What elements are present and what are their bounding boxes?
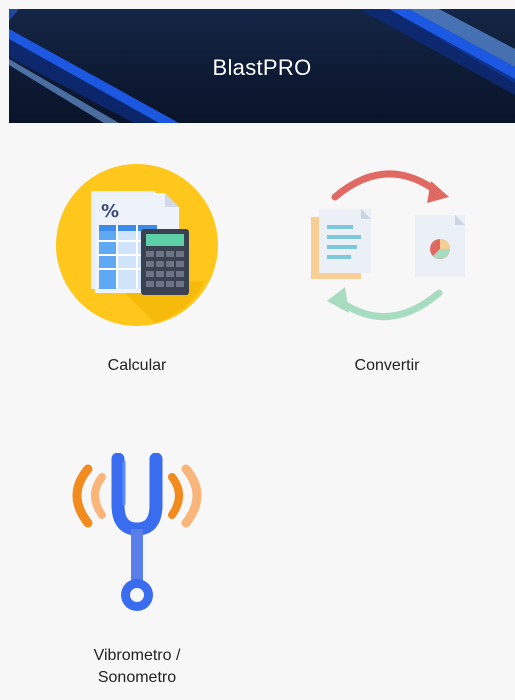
app-title: BlastPRO [212,55,312,80]
tuning-fork-vibration-icon [52,452,222,623]
main-menu: % Calcular Convertir Vibrometro / Sonome… [9,123,515,700]
menu-item-label: Calcular [107,357,167,374]
menu-item-vibrometro-sonometro[interactable]: Vibrometro / Sonometro [17,452,257,699]
menu-item-convertir[interactable]: Convertir [267,163,507,383]
document-convert-icon [297,167,477,327]
menu-item-label-line2: Sonometro [97,669,177,686]
calculator-spreadsheet-icon: % [55,163,219,327]
menu-item-label: Convertir [354,357,420,374]
menu-item-label-line1: Vibrometro / [93,647,181,664]
menu-item-calcular[interactable]: % Calcular [17,163,257,383]
app-header: BlastPRO [9,9,515,123]
app-screen: BlastPRO % Calcular Convertir Vibrometro… [0,0,515,700]
svg-text:%: % [101,201,119,222]
menu-item-label: Vibrometro / Sonometro [17,645,257,689]
